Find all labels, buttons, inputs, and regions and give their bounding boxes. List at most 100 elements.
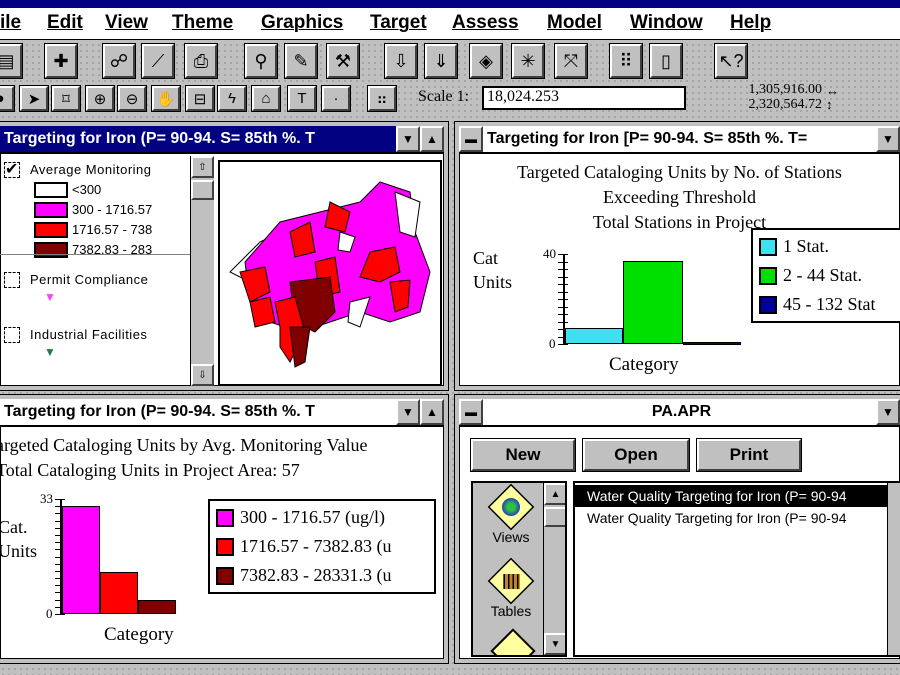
zoom-active-button[interactable]: ◈	[469, 43, 503, 79]
new-button[interactable]: New	[470, 438, 576, 472]
help-pointer-button[interactable]: ↖?	[714, 43, 748, 79]
menu-view[interactable]: View	[105, 12, 148, 34]
doc-type-scrollbar[interactable]: ▲ ▼	[543, 483, 565, 655]
chart-window-stations[interactable]: ▬ Targeting for Iron [P= 90-94. S= 85th …	[454, 121, 900, 391]
print-button[interactable]: ⎙	[184, 43, 218, 79]
select-theme-button[interactable]: ⇩	[384, 43, 418, 79]
menu-graphics[interactable]: Graphics	[261, 12, 343, 34]
x-axis-label: Category	[104, 624, 174, 645]
menu-theme[interactable]: Theme	[172, 12, 233, 34]
hotlink-tool[interactable]: ϟ	[217, 85, 247, 112]
document-list-item[interactable]: Water Quality Targeting for Iron (P= 90-…	[575, 507, 900, 529]
chart-window-monitoring[interactable]: Targeting for Iron (P= 90-94. S= 85th %.…	[0, 394, 449, 664]
map-display[interactable]	[218, 160, 442, 386]
view-window-title-bar[interactable]: Targeting for Iron (P= 90-94. S= 85th %.…	[0, 126, 444, 154]
document-list-item[interactable]: Water Quality Targeting for Iron (P= 90-…	[575, 485, 900, 507]
scroll-down-button[interactable]: ⇩	[191, 364, 214, 386]
draw-point-tool[interactable]: ·	[321, 85, 351, 112]
charts-doc-icon[interactable]	[490, 628, 536, 655]
menu-target[interactable]: Target	[370, 12, 427, 34]
identify-tool[interactable]: ●	[0, 85, 15, 112]
menu-help[interactable]: Help	[730, 12, 771, 34]
y-tick	[55, 614, 65, 615]
page-button[interactable]: ▯	[649, 43, 683, 79]
scroll-thumb[interactable]	[191, 180, 214, 200]
menu-model[interactable]: Model	[547, 12, 602, 34]
menu-edit[interactable]: Edit	[47, 12, 83, 34]
maximize-button[interactable]: ▲	[420, 126, 444, 152]
y-axis-label: Units	[0, 541, 38, 561]
document-list-scrollbar[interactable]	[887, 483, 900, 655]
theme-checkbox[interactable]	[4, 272, 20, 288]
layout-button[interactable]: ⠿	[609, 43, 643, 79]
measure-tool[interactable]: ⊟	[185, 85, 215, 112]
zoom-out-tool[interactable]: ⊖	[117, 85, 147, 112]
chart-window-title-bar[interactable]: Targeting for Iron (P= 90-94. S= 85th %.…	[0, 399, 444, 427]
doc-type-label: Views	[492, 529, 530, 545]
edit-legend-button[interactable]: ⟋	[141, 43, 175, 79]
legend-swatch	[216, 566, 234, 585]
scroll-up-button[interactable]: ⇧	[191, 156, 214, 178]
project-window[interactable]: ▬ PA.APR ▼ New Open Print Views Tables ▲…	[454, 394, 900, 664]
vertex-edit-tool[interactable]: ⌑	[51, 85, 81, 112]
pan-tool[interactable]: ✋	[151, 85, 181, 112]
menu-ile[interactable]: ile	[0, 12, 21, 34]
tools-button[interactable]: ⚒	[326, 43, 360, 79]
doc-type-tables[interactable]: Tables	[483, 557, 539, 619]
y-tick	[558, 306, 568, 308]
system-menu-button[interactable]: ▬	[459, 399, 483, 425]
y-tick	[558, 284, 568, 285]
zoom-out-full-button[interactable]: ⤧	[554, 43, 588, 79]
maximize-button[interactable]: ▲	[420, 399, 444, 425]
minimize-button[interactable]: ▼	[876, 399, 900, 425]
label-tool[interactable]: ⌂	[251, 85, 281, 112]
pointer-tool[interactable]: ➤	[19, 85, 49, 112]
chart-window-title-bar[interactable]: ▬ Targeting for Iron [P= 90-94. S= 85th …	[459, 126, 900, 154]
x-axis-label: Category	[609, 354, 679, 375]
bar[interactable]	[62, 505, 100, 614]
scale-input[interactable]: 18,024.253	[482, 86, 686, 110]
map-polygon[interactable]	[249, 296, 276, 328]
zoom-in-tool[interactable]: ⊕	[85, 85, 115, 112]
bar[interactable]	[683, 341, 741, 345]
bar[interactable]	[100, 572, 138, 614]
scroll-thumb[interactable]	[544, 507, 565, 527]
print-button[interactable]: Print	[696, 438, 802, 472]
open-button[interactable]: Open	[582, 438, 690, 472]
theme-checkbox[interactable]	[4, 327, 20, 343]
bar[interactable]	[138, 600, 176, 614]
minimize-button[interactable]: ▼	[396, 399, 420, 425]
legend-swatch	[34, 242, 68, 258]
scroll-up-button[interactable]: ▲	[544, 483, 565, 505]
snap-tool[interactable]: ⠶	[367, 85, 397, 112]
minimize-button[interactable]: ▼	[876, 126, 900, 152]
theme-checkbox[interactable]: ✔	[4, 162, 20, 178]
scroll-down-button[interactable]: ▼	[544, 633, 565, 655]
legend-label: 1716.57 - 7382.83 (u	[240, 536, 392, 556]
map-canvas[interactable]	[220, 162, 440, 384]
y-tick	[558, 291, 568, 293]
text-tool[interactable]: T	[287, 85, 317, 112]
legend-label: 1 Stat.	[783, 236, 830, 256]
add-theme-button[interactable]: ✚	[44, 43, 78, 79]
query-button[interactable]: ✎	[284, 43, 318, 79]
zoom-in-full-button[interactable]: ✳	[511, 43, 545, 79]
project-window-title-bar[interactable]: ▬ PA.APR ▼	[459, 399, 900, 427]
save-button[interactable]: ▤	[0, 43, 23, 79]
toc-scrollbar[interactable]: ⇧ ⇩	[190, 156, 214, 386]
label-icon: ⌂	[261, 90, 271, 107]
load-theme-button[interactable]: ⇓	[424, 43, 458, 79]
bar[interactable]	[565, 328, 623, 344]
map-polygon[interactable]	[289, 326, 311, 368]
bar[interactable]	[623, 260, 683, 344]
doc-type-views[interactable]: Views	[483, 483, 539, 545]
theme-properties-button[interactable]: ☍	[102, 43, 136, 79]
theme-properties-icon: ☍	[109, 50, 129, 71]
find-button[interactable]: ⚲	[244, 43, 278, 79]
minimize-button[interactable]: ▼	[396, 126, 420, 152]
legend-label: 7382.83 - 28331.3 (u	[240, 565, 392, 585]
view-window[interactable]: Targeting for Iron (P= 90-94. S= 85th %.…	[0, 121, 449, 391]
menu-assess[interactable]: Assess	[452, 12, 519, 34]
system-menu-button[interactable]: ▬	[459, 126, 483, 152]
menu-window[interactable]: Window	[630, 12, 703, 34]
